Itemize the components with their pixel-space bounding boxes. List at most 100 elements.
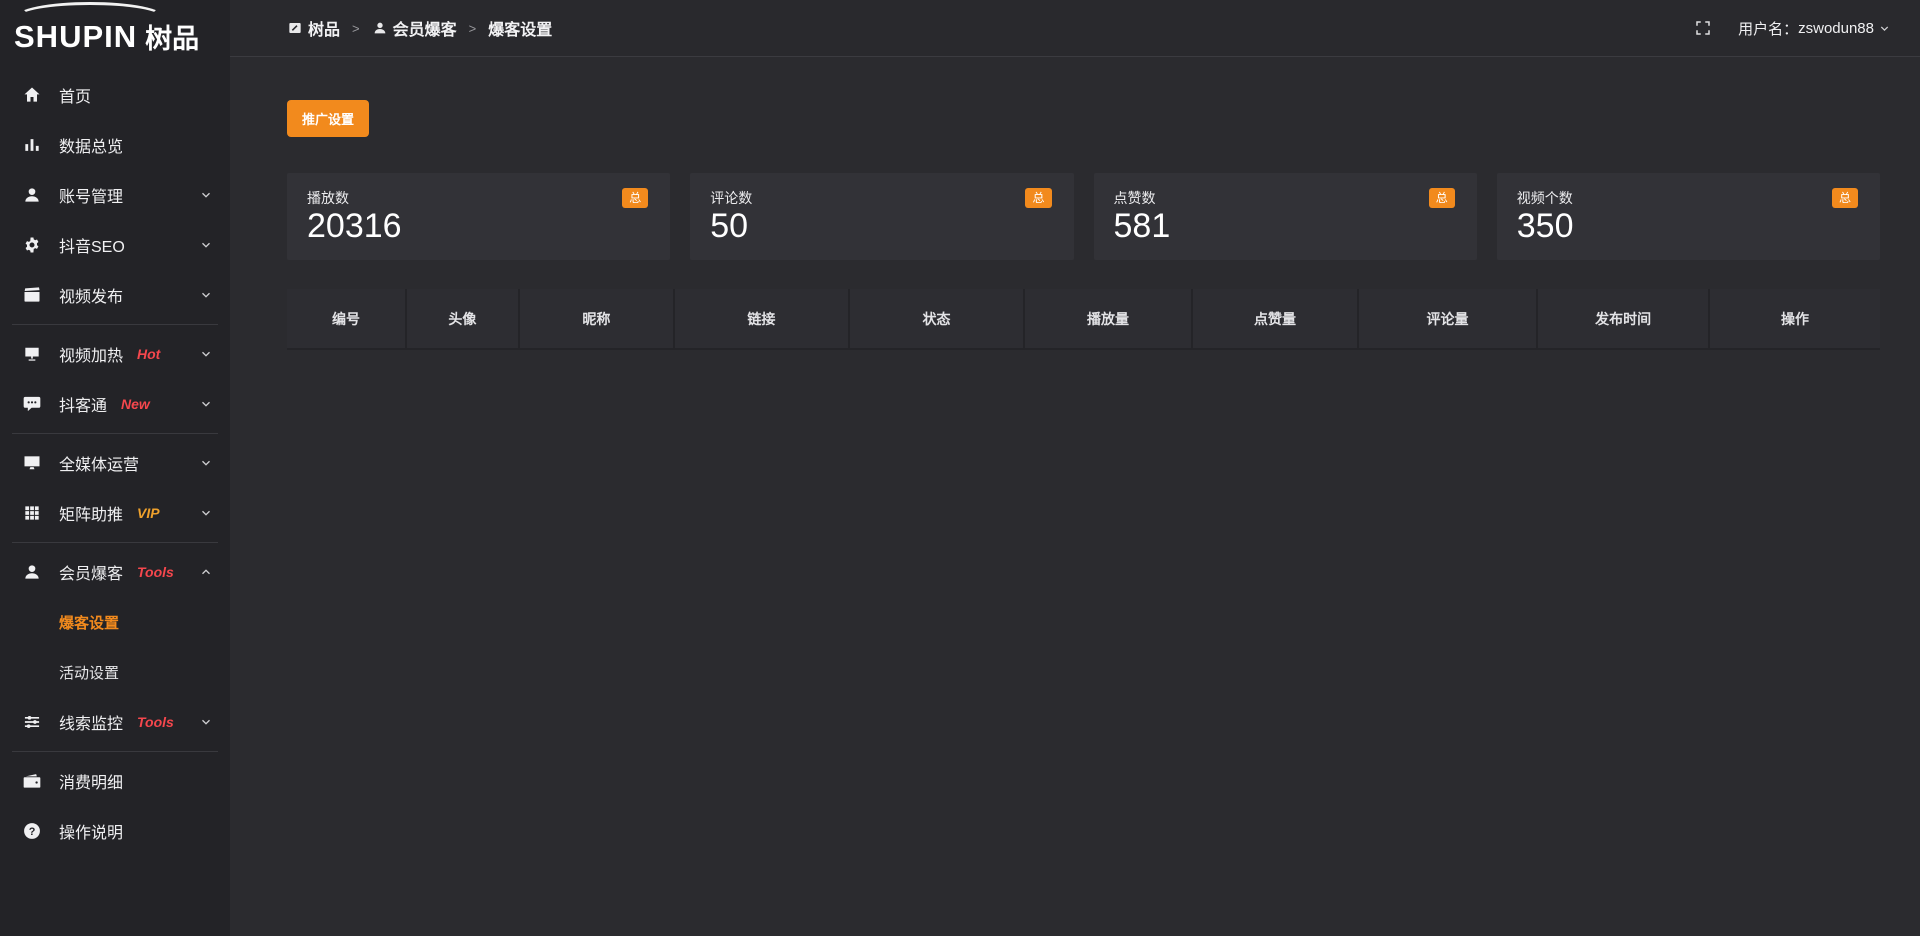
chevron-down-icon — [200, 716, 212, 728]
main-column: 树品>会员爆客>爆客设置 用户名： zswodun88 推广设置 播放数 总 — [230, 0, 1920, 936]
sidebar-item-label: 抖客通 — [59, 392, 107, 416]
sidebar-item-label: 矩阵助推 — [59, 501, 123, 525]
chevron-down-icon — [1879, 23, 1890, 34]
grid-icon — [22, 503, 42, 523]
chevron-down-icon — [200, 398, 212, 410]
chevron-down-icon — [200, 507, 212, 519]
sidebar-subitem-baoke-settings[interactable]: 爆客设置 — [0, 597, 230, 647]
sidebar-item-data-overview[interactable]: 数据总览 — [0, 120, 230, 170]
chart-icon — [22, 135, 42, 155]
column-header: 编号 — [287, 289, 407, 350]
stat-card-comments: 评论数 总 50 — [690, 173, 1073, 260]
user-icon — [22, 185, 42, 205]
sidebar-item-label: 线索监控 — [59, 710, 123, 734]
sidebar-item-video-heat[interactable]: 视频加热 Hot — [0, 329, 230, 379]
total-badge: 总 — [622, 188, 648, 208]
sidebar-item-operation-guide[interactable]: ?操作说明 — [0, 806, 230, 856]
fullscreen-icon[interactable] — [1694, 19, 1712, 37]
sidebar-item-clue-monitor[interactable]: 线索监控 Tools — [0, 697, 230, 747]
column-header: 头像 — [407, 289, 520, 350]
stat-label: 点赞数 — [1114, 188, 1156, 208]
column-header: 昵称 — [520, 289, 675, 350]
tag-badge: Tools — [137, 564, 174, 580]
brand-logo[interactable]: SHUPIN 树品 — [0, 0, 230, 62]
column-header: 操作 — [1710, 289, 1880, 350]
user-menu[interactable]: 用户名： zswodun88 — [1738, 18, 1890, 39]
sliders-icon — [22, 712, 42, 732]
sidebar-item-douketong[interactable]: 抖客通 New — [0, 379, 230, 429]
sidebar-item-matrix-boost[interactable]: 矩阵助推 VIP — [0, 488, 230, 538]
sidebar-item-label: 消费明细 — [59, 769, 123, 793]
column-header: 发布时间 — [1538, 289, 1710, 350]
sidebar-menu: 首页数据总览账号管理抖音SEO视频发布视频加热Hot抖客通New全媒体运营矩阵助… — [0, 70, 230, 856]
tag-badge: Tools — [137, 714, 174, 730]
stat-label: 评论数 — [710, 188, 752, 208]
total-badge: 总 — [1429, 188, 1455, 208]
home-icon — [22, 85, 42, 105]
topbar-right: 用户名： zswodun88 — [1694, 18, 1890, 39]
wallet-icon — [22, 771, 42, 791]
sidebar-divider — [12, 433, 218, 434]
stat-card-plays: 播放数 总 20316 — [287, 173, 670, 260]
breadcrumb-item-member-baoke[interactable]: 会员爆客 — [372, 16, 457, 40]
user-icon — [372, 20, 388, 36]
videos-table: 编号头像昵称链接状态播放量点赞量评论量发布时间操作 — [287, 289, 1880, 350]
sidebar-item-account-management[interactable]: 账号管理 — [0, 170, 230, 220]
stat-cards: 播放数 总 20316 评论数 总 50 点赞数 总 — [287, 173, 1880, 260]
chevron-down-icon — [200, 189, 212, 201]
tag-badge: Hot — [137, 346, 160, 362]
breadcrumb-item-baoke-settings: 爆客设置 — [488, 16, 552, 40]
gear-icon — [22, 235, 42, 255]
sidebar-item-label: 数据总览 — [59, 133, 123, 157]
app-window: SHUPIN 树品 首页数据总览账号管理抖音SEO 视频发布视频加热 Hot 抖客通 N… — [0, 0, 1920, 936]
sidebar-item-label: 视频发布 — [59, 283, 123, 307]
chevron-down-icon — [200, 457, 212, 469]
chevron-down-icon — [200, 289, 212, 301]
panel-icon — [287, 20, 303, 36]
breadcrumb-label: 树品 — [308, 16, 340, 40]
stat-value: 20316 — [307, 209, 648, 245]
chat-icon — [22, 394, 42, 414]
total-badge: 总 — [1025, 188, 1051, 208]
column-header: 评论量 — [1359, 289, 1538, 350]
chevron-down-icon — [200, 348, 212, 360]
player-icon — [22, 344, 42, 364]
tag-badge: New — [121, 396, 150, 412]
sidebar-item-consumption-details[interactable]: 消费明细 — [0, 756, 230, 806]
sidebar-item-home[interactable]: 首页 — [0, 70, 230, 120]
breadcrumb-item-shupin[interactable]: 树品 — [287, 16, 340, 40]
column-header: 链接 — [675, 289, 850, 350]
user-icon — [22, 562, 42, 582]
sidebar-subitem-activity-settings[interactable]: 活动设置 — [0, 647, 230, 697]
sidebar-item-label: 视频加热 — [59, 342, 123, 366]
topbar: 树品>会员爆客>爆客设置 用户名： zswodun88 — [230, 0, 1920, 57]
sidebar-item-member-baoke[interactable]: 会员爆客Tools — [0, 547, 230, 597]
logo-arc — [16, 2, 164, 32]
breadcrumb-label: 会员爆客 — [393, 16, 457, 40]
breadcrumb-label: 爆客设置 — [488, 16, 552, 40]
stat-card-likes: 点赞数 总 581 — [1094, 173, 1477, 260]
sidebar-item-douyin-seo[interactable]: 抖音SEO — [0, 220, 230, 270]
username-label: 用户名： — [1738, 18, 1798, 39]
stat-label: 视频个数 — [1517, 188, 1573, 208]
tag-badge: VIP — [137, 505, 160, 521]
svg-text:?: ? — [29, 826, 36, 838]
sidebar-divider — [12, 324, 218, 325]
sidebar-item-video-publish[interactable]: 视频发布 — [0, 270, 230, 320]
username-value: zswodun88 — [1798, 20, 1874, 37]
sidebar: SHUPIN 树品 首页数据总览账号管理抖音SEO 视频发布视频加热 Hot 抖客通 N… — [0, 0, 230, 936]
sidebar-item-all-media-operation[interactable]: 全媒体运营 — [0, 438, 230, 488]
column-header: 状态 — [850, 289, 1025, 350]
monitor-icon — [22, 453, 42, 473]
video-icon — [22, 285, 42, 305]
table-header-row: 编号头像昵称链接状态播放量点赞量评论量发布时间操作 — [287, 289, 1880, 350]
content-area: 推广设置 播放数 总 20316 评论数 总 50 — [230, 57, 1920, 936]
promo-settings-button[interactable]: 推广设置 — [287, 100, 369, 137]
column-header: 点赞量 — [1193, 289, 1359, 350]
sidebar-subitem-label: 活动设置 — [59, 662, 119, 683]
sidebar-divider — [12, 542, 218, 543]
sidebar-item-label: 首页 — [59, 83, 91, 107]
chevron-up-icon — [200, 566, 212, 578]
stat-value: 50 — [710, 209, 1051, 245]
sidebar-subitem-label: 爆客设置 — [59, 612, 119, 633]
